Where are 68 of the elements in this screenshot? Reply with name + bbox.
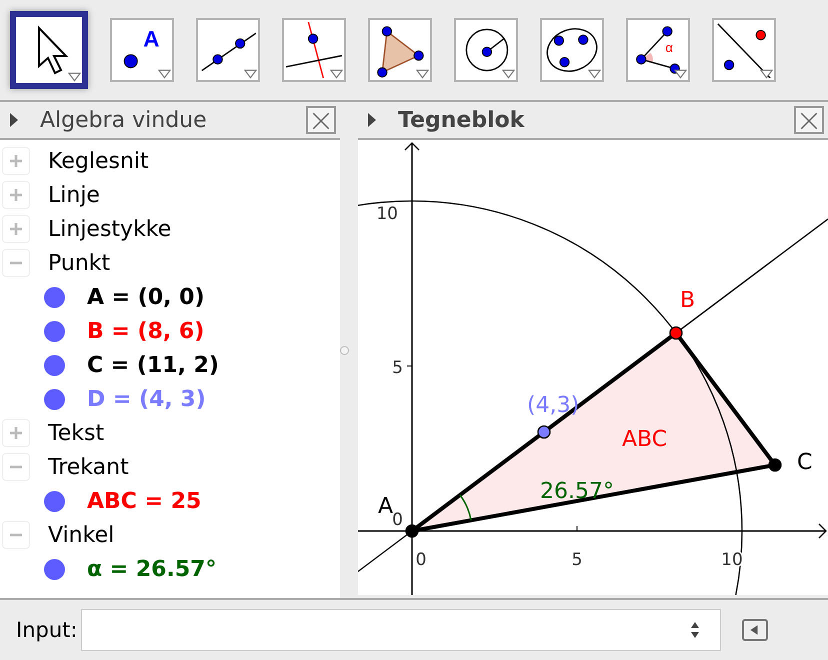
- panel-title: Tegneblok: [398, 108, 526, 132]
- polygon-label: ABC: [622, 427, 668, 452]
- caret-icon: [416, 69, 429, 79]
- caret-icon: [760, 69, 773, 79]
- point-dot-icon[interactable]: [44, 388, 65, 410]
- category-label[interactable]: Vinkel: [48, 522, 114, 548]
- up-down-arrows-icon[interactable]: [690, 621, 700, 639]
- axis-tick-label: 10: [376, 204, 398, 224]
- axis-tick-label: 0: [416, 550, 426, 570]
- category-label[interactable]: Tekst: [48, 420, 104, 446]
- caret-icon: [244, 69, 257, 79]
- tool-button[interactable]: [454, 18, 518, 82]
- input-field[interactable]: [81, 609, 722, 651]
- object-definition[interactable]: C = (11, 2): [87, 352, 219, 378]
- plus-icon: [9, 154, 23, 168]
- caret-icon: [588, 69, 601, 79]
- plus-icon: [9, 426, 23, 440]
- category-label[interactable]: Punkt: [48, 250, 110, 276]
- perpendicular-tool-icon: [286, 22, 342, 78]
- point-dot-icon[interactable]: [44, 320, 65, 342]
- panel-toggle-button[interactable]: [742, 619, 768, 641]
- category-label[interactable]: Keglesnit: [48, 148, 149, 174]
- point-dot-icon[interactable]: [44, 558, 65, 580]
- point-dot-icon[interactable]: [44, 354, 65, 376]
- point[interactable]: [768, 458, 782, 472]
- point-label: B: [680, 288, 696, 313]
- caret-icon: [502, 69, 515, 79]
- point[interactable]: [405, 524, 419, 538]
- category-label[interactable]: Linjestykke: [48, 216, 172, 242]
- point[interactable]: [669, 326, 683, 340]
- close-icon: [798, 110, 820, 132]
- caret-icon: [68, 72, 81, 82]
- triangle-icon[interactable]: [368, 113, 376, 127]
- close-button[interactable]: [794, 106, 824, 134]
- tool-button[interactable]: [712, 18, 776, 82]
- plus-icon: [9, 222, 23, 236]
- category-label[interactable]: Linje: [48, 182, 100, 208]
- axis-tick-label: 5: [392, 358, 403, 378]
- tool-button[interactable]: [368, 18, 432, 82]
- tool-button[interactable]: [540, 18, 604, 82]
- angle-label: 26.57°: [540, 479, 614, 504]
- axis-tick-label: 5: [572, 550, 582, 570]
- caret-icon: [158, 69, 171, 79]
- point-label: C: [797, 450, 812, 475]
- caret-icon: [330, 69, 343, 79]
- reflect-tool-icon: [716, 22, 772, 78]
- close-icon: [310, 110, 332, 132]
- object-definition[interactable]: A = (0, 0): [87, 284, 205, 310]
- input-label: Input:: [16, 618, 78, 642]
- close-button[interactable]: [306, 106, 336, 134]
- triangle-icon[interactable]: [10, 113, 18, 127]
- angle-arc: [459, 494, 472, 520]
- point-label: A: [378, 494, 394, 519]
- point-dot-icon[interactable]: [44, 286, 65, 308]
- object-definition[interactable]: B = (8, 6): [87, 318, 204, 344]
- point-label: (4,3): [527, 393, 580, 418]
- tool-button[interactable]: [282, 18, 346, 82]
- category-label[interactable]: Trekant: [48, 454, 129, 480]
- panel-title: Algebra vindue: [40, 108, 208, 132]
- point-dot-icon[interactable]: [44, 490, 65, 512]
- caret-icon: [674, 69, 687, 79]
- tool-button[interactable]: [10, 11, 88, 89]
- point[interactable]: [537, 425, 551, 439]
- object-definition[interactable]: α = 26.57°: [87, 556, 216, 582]
- plus-icon: [9, 188, 23, 202]
- axis-tick-label: 0: [392, 510, 403, 530]
- tool-button[interactable]: [196, 18, 260, 82]
- object-definition[interactable]: ABC = 25: [87, 488, 202, 514]
